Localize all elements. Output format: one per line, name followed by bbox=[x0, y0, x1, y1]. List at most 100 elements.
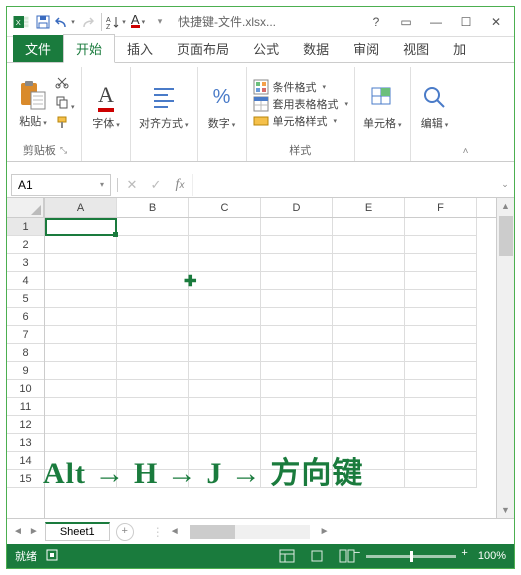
normal-view-icon[interactable] bbox=[276, 547, 298, 565]
help-icon[interactable]: ? bbox=[362, 12, 390, 32]
undo-icon[interactable] bbox=[55, 12, 75, 32]
svg-text:A: A bbox=[106, 17, 111, 24]
paste-button[interactable]: 粘贴 bbox=[15, 77, 51, 131]
sheet-tab[interactable]: Sheet1 bbox=[45, 522, 110, 541]
ribbon-display-icon[interactable]: ▭ bbox=[392, 12, 420, 32]
page-layout-view-icon[interactable] bbox=[306, 547, 328, 565]
tab-addins[interactable]: 加 bbox=[441, 35, 478, 62]
alignment-label: 对齐方式 bbox=[139, 115, 189, 131]
format-as-table-icon bbox=[253, 96, 269, 112]
tab-review[interactable]: 审阅 bbox=[341, 35, 391, 62]
new-sheet-icon[interactable]: + bbox=[116, 523, 134, 541]
row-header[interactable]: 15 bbox=[7, 470, 44, 488]
scroll-right-icon[interactable]: ► bbox=[320, 526, 330, 537]
hscroll-thumb[interactable] bbox=[190, 525, 235, 539]
qat-customize-icon[interactable]: ▾ bbox=[150, 12, 170, 32]
clipboard-launcher-icon[interactable]: ⤡ bbox=[60, 145, 67, 156]
tab-formulas[interactable]: 公式 bbox=[241, 35, 291, 62]
expand-formula-bar-icon[interactable]: ⌄ bbox=[496, 179, 514, 190]
file-tab[interactable]: 文件 bbox=[13, 35, 63, 62]
cut-icon[interactable] bbox=[55, 75, 75, 93]
col-header[interactable]: C bbox=[189, 198, 261, 217]
row-headers: 1 2 3 4 5 6 7 8 9 10 11 12 13 14 15 bbox=[7, 198, 45, 518]
editing-label: 编辑 bbox=[421, 115, 449, 131]
redo-icon[interactable] bbox=[77, 12, 97, 32]
formula-input[interactable] bbox=[192, 174, 496, 196]
col-header[interactable]: A bbox=[45, 198, 117, 217]
col-header[interactable]: D bbox=[261, 198, 333, 217]
col-header[interactable]: E bbox=[333, 198, 405, 217]
svg-text:X: X bbox=[16, 18, 21, 27]
name-box-dropdown-icon[interactable]: ▾ bbox=[100, 180, 104, 189]
row-header[interactable]: 2 bbox=[7, 236, 44, 254]
paste-icon bbox=[17, 79, 49, 111]
sheet-tab-bar: ◄ ► Sheet1 + ⋮ ◄ ► bbox=[7, 518, 514, 544]
copy-icon[interactable] bbox=[55, 95, 75, 113]
scroll-down-icon[interactable]: ▼ bbox=[501, 502, 510, 518]
row-header[interactable]: 4 bbox=[7, 272, 44, 290]
save-icon[interactable] bbox=[33, 12, 53, 32]
font-color-icon[interactable]: A bbox=[128, 12, 148, 32]
select-all-corner[interactable] bbox=[7, 198, 44, 218]
cells-button[interactable]: 单元格 bbox=[361, 79, 404, 133]
row-header[interactable]: 9 bbox=[7, 362, 44, 380]
tab-page-layout[interactable]: 页面布局 bbox=[165, 35, 241, 62]
tab-insert[interactable]: 插入 bbox=[115, 35, 165, 62]
excel-logo-icon: X bbox=[11, 12, 31, 32]
name-box[interactable]: A1 ▾ bbox=[11, 174, 111, 196]
cancel-formula-icon[interactable]: ✕ bbox=[120, 177, 144, 193]
row-header[interactable]: 13 bbox=[7, 434, 44, 452]
scroll-thumb[interactable] bbox=[499, 216, 513, 256]
row-header[interactable]: 3 bbox=[7, 254, 44, 272]
row-header[interactable]: 14 bbox=[7, 452, 44, 470]
scroll-up-icon[interactable]: ▲ bbox=[501, 198, 510, 214]
group-font: A 字体 bbox=[82, 67, 131, 161]
format-as-table-button[interactable]: 套用表格格式▾ bbox=[253, 96, 349, 112]
vertical-scrollbar[interactable]: ▲ ▼ bbox=[496, 198, 514, 518]
prev-sheet-icon[interactable]: ◄ bbox=[13, 526, 23, 537]
row-header[interactable]: 1 bbox=[7, 218, 44, 236]
editing-button[interactable]: 编辑 bbox=[417, 79, 453, 133]
row-header[interactable]: 12 bbox=[7, 416, 44, 434]
next-sheet-icon[interactable]: ► bbox=[29, 526, 39, 537]
accept-formula-icon[interactable]: ✓ bbox=[144, 177, 168, 193]
horizontal-scrollbar[interactable] bbox=[190, 525, 310, 539]
maximize-icon[interactable]: ☐ bbox=[452, 12, 480, 32]
row-header[interactable]: 10 bbox=[7, 380, 44, 398]
macro-record-icon[interactable] bbox=[45, 548, 59, 565]
mouse-cursor-icon: ✚ bbox=[184, 272, 197, 290]
row-header[interactable]: 5 bbox=[7, 290, 44, 308]
excel-window: X AZ A ▾ 快捷键-文件.xlsx... ? ▭ — ☐ ✕ 文件 开始 … bbox=[6, 6, 515, 569]
tab-view[interactable]: 视图 bbox=[391, 35, 441, 62]
conditional-formatting-button[interactable]: 条件格式▾ bbox=[253, 79, 349, 95]
spreadsheet-grid: 1 2 3 4 5 6 7 8 9 10 11 12 13 14 15 A B … bbox=[7, 198, 514, 518]
row-header[interactable]: 7 bbox=[7, 326, 44, 344]
number-button[interactable]: % 数字 bbox=[204, 79, 240, 133]
format-painter-icon[interactable] bbox=[55, 115, 75, 133]
row-header[interactable]: 6 bbox=[7, 308, 44, 326]
cells-area[interactable]: A B C D E F bbox=[45, 198, 496, 518]
col-header[interactable]: B bbox=[117, 198, 189, 217]
minimize-icon[interactable]: — bbox=[422, 12, 450, 32]
row-header[interactable]: 8 bbox=[7, 344, 44, 362]
row-header[interactable]: 11 bbox=[7, 398, 44, 416]
col-header[interactable]: F bbox=[405, 198, 477, 217]
alignment-button[interactable]: 对齐方式 bbox=[137, 79, 191, 133]
collapse-ribbon-icon[interactable]: ˄ bbox=[459, 67, 473, 161]
zoom-slider[interactable] bbox=[366, 555, 456, 558]
ribbon-tabs: 文件 开始 插入 页面布局 公式 数据 审阅 视图 加 bbox=[7, 37, 514, 63]
insert-function-icon[interactable]: fx bbox=[168, 177, 192, 193]
cell-styles-button[interactable]: 单元格样式▾ bbox=[253, 113, 349, 129]
font-button[interactable]: A 字体 bbox=[88, 79, 124, 133]
zoom-level[interactable]: 100% bbox=[478, 550, 506, 562]
status-ready: 就绪 bbox=[15, 548, 37, 564]
cells-icon bbox=[366, 81, 398, 113]
sort-icon[interactable]: AZ bbox=[106, 12, 126, 32]
zoom-knob[interactable] bbox=[410, 551, 413, 562]
alignment-icon bbox=[148, 81, 180, 113]
svg-text:Z: Z bbox=[106, 24, 111, 29]
scroll-left-icon[interactable]: ◄ bbox=[170, 526, 180, 537]
tab-home[interactable]: 开始 bbox=[63, 34, 115, 63]
close-icon[interactable]: ✕ bbox=[482, 12, 510, 32]
tab-data[interactable]: 数据 bbox=[291, 35, 341, 62]
